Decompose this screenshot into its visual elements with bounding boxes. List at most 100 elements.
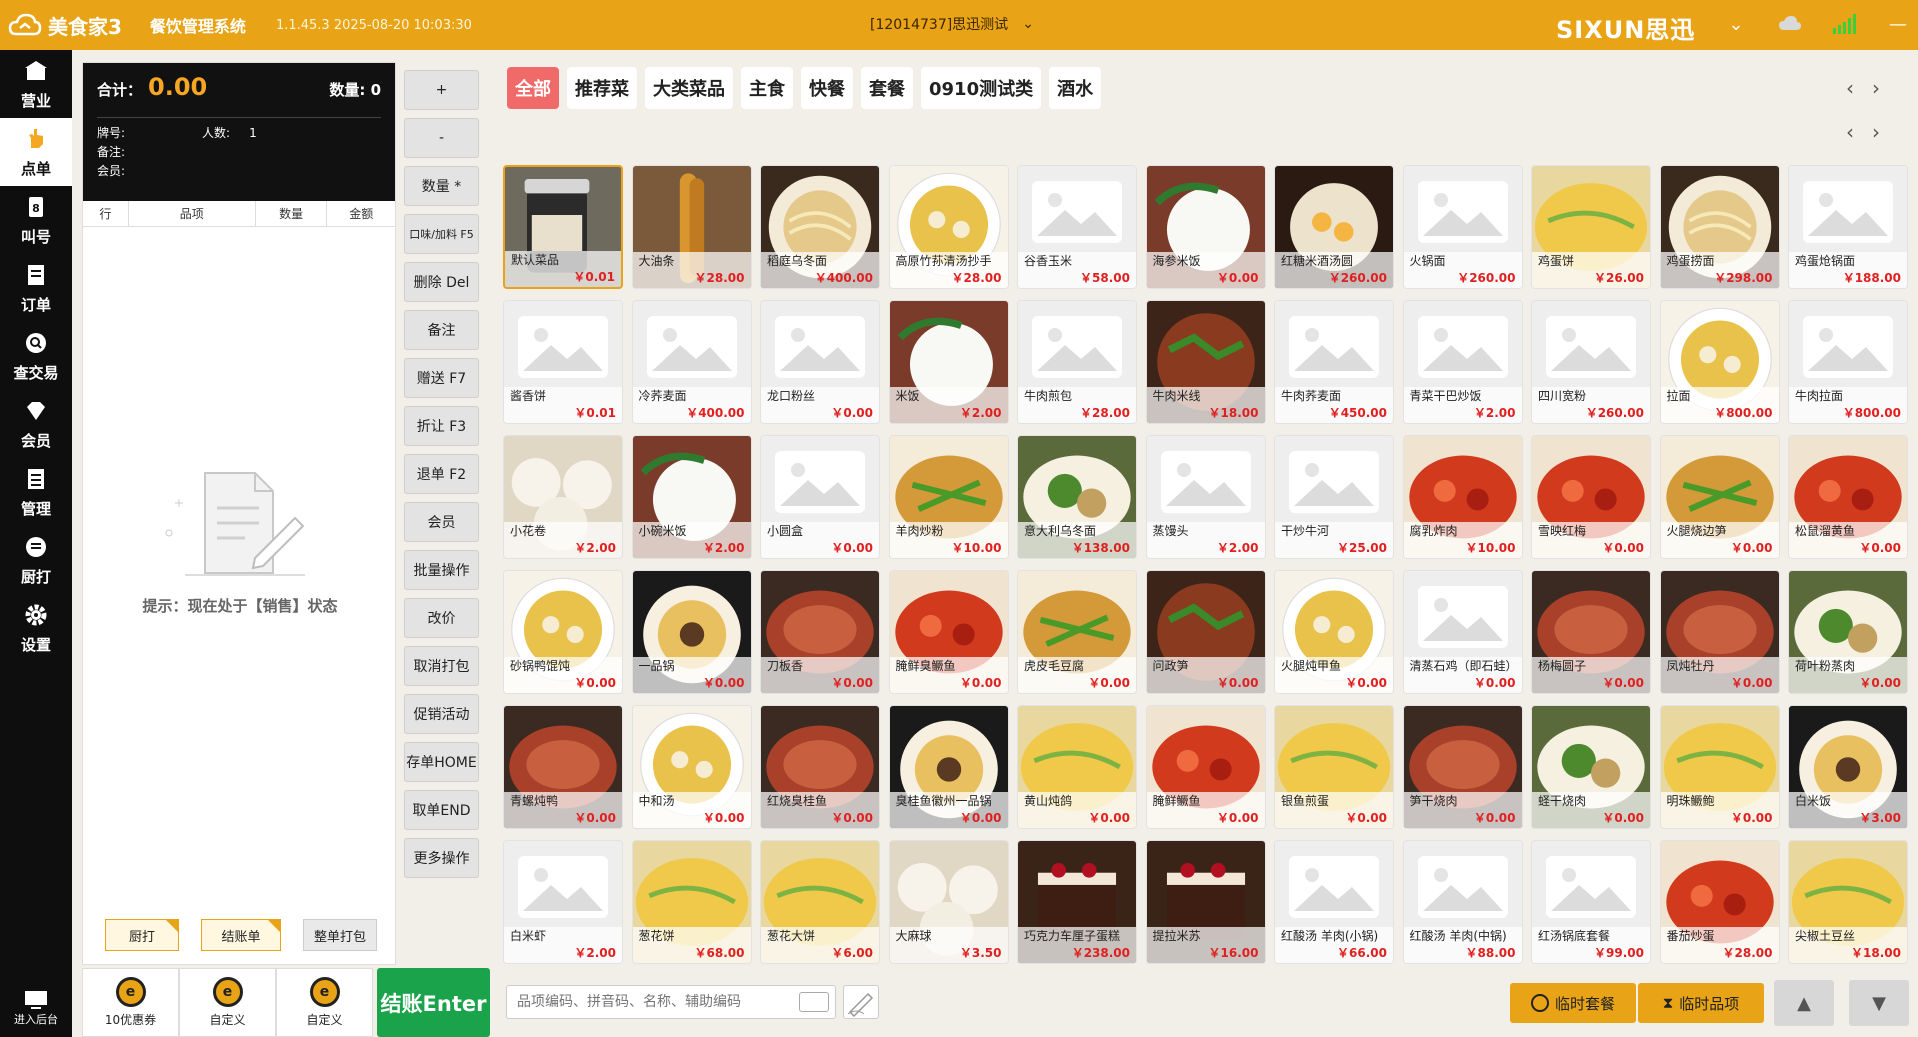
dish-card[interactable]: 红汤锅底套餐 ￥99.00 (1531, 840, 1651, 964)
dish-card[interactable]: 海参米饭 ￥0.00 (1145, 165, 1266, 289)
dish-card[interactable]: 巧克力车厘子蛋糕 ￥238.00 (1017, 840, 1137, 964)
dish-card[interactable]: 高原竹荪清汤抄手 ￥28.00 (888, 165, 1009, 289)
coupon-button[interactable]: e 10优惠券 (82, 968, 179, 1037)
dish-card[interactable]: 拉面 ￥800.00 (1659, 300, 1780, 424)
dish-card[interactable]: 清蒸石鸡（即石蛙） ￥0.00 (1402, 570, 1523, 694)
store-selector[interactable]: [12014737]思迅测试 ⌄ (870, 14, 1034, 34)
dish-card[interactable]: 米饭 ￥2.00 (888, 300, 1009, 424)
dish-card[interactable]: 杨梅圆子 ￥0.00 (1531, 570, 1651, 694)
nav-item-3[interactable]: 订单 (0, 254, 72, 322)
dish-card[interactable]: 红糖米酒汤圆 ￥260.00 (1274, 165, 1394, 289)
nav-item-8[interactable]: 设置 (0, 594, 72, 662)
dish-card[interactable]: 红酸汤 羊肉(中锅) ￥88.00 (1402, 840, 1523, 964)
action-button-2[interactable]: 数量 * (404, 166, 479, 206)
nav-item-2[interactable]: 8 叫号 (0, 186, 72, 254)
scroll-down-button[interactable]: ▼ (1849, 980, 1909, 1026)
kitchen-print-button[interactable]: 厨打 (105, 919, 179, 951)
action-button-9[interactable]: 会员 (404, 502, 479, 542)
checkout-button[interactable]: 结账Enter (377, 968, 490, 1037)
dish-card[interactable]: 松鼠溜黄鱼 ￥0.00 (1788, 435, 1908, 559)
action-button-8[interactable]: 退单 F2 (404, 454, 479, 494)
category-tab-7[interactable]: 酒水 (1049, 67, 1102, 109)
action-button-11[interactable]: 改价 (404, 598, 479, 638)
nav-item-5[interactable]: 会员 (0, 390, 72, 458)
cloud-sync-icon[interactable] (1778, 12, 1802, 36)
dish-card[interactable]: 牛肉米线 ￥18.00 (1145, 300, 1266, 424)
dish-card[interactable]: 刀板香 ￥0.00 (760, 570, 880, 694)
nav-item-7[interactable]: 厨打 (0, 526, 72, 594)
dish-card[interactable]: 白米饭 ￥3.00 (1788, 705, 1908, 829)
dish-card[interactable]: 火腿烧边笋 ￥0.00 (1659, 435, 1780, 559)
dish-card[interactable]: 虎皮毛豆腐 ￥0.00 (1017, 570, 1137, 694)
dish-card[interactable]: 蒸馒头 ￥2.00 (1145, 435, 1266, 559)
dish-card[interactable]: 葱花大饼 ￥6.00 (760, 840, 880, 964)
dish-card[interactable]: 谷香玉米 ￥58.00 (1017, 165, 1137, 289)
nav-item-4[interactable]: 查交易 (0, 322, 72, 390)
action-button-15[interactable]: 取单END (404, 790, 479, 830)
dish-card[interactable]: 雪映红梅 ￥0.00 (1531, 435, 1651, 559)
dish-card[interactable]: 稻庭乌冬面 ￥400.00 (760, 165, 880, 289)
category-tab-6[interactable]: 0910测试类 (921, 67, 1042, 109)
action-button-7[interactable]: 折让 F3 (404, 406, 479, 446)
dish-card[interactable]: 尖椒土豆丝 ￥18.00 (1788, 840, 1908, 964)
dish-card[interactable]: 青螺炖鸭 ￥0.00 (503, 705, 623, 829)
chevron-left-icon[interactable]: ‹ (1846, 76, 1854, 100)
dish-card[interactable]: 牛肉煎包 ￥28.00 (1017, 300, 1137, 424)
dish-card[interactable]: 腌鲜鳜鱼 ￥0.00 (1145, 705, 1266, 829)
action-button-6[interactable]: 赠送 F7 (404, 358, 479, 398)
dish-card[interactable]: 一品锅 ￥0.00 (631, 570, 752, 694)
dish-card[interactable]: 笋干烧肉 ￥0.00 (1402, 705, 1523, 829)
temp-item-button[interactable]: ⧗ 临时品项 (1638, 983, 1764, 1023)
dish-card[interactable]: 明珠鳜鲍 ￥0.00 (1659, 705, 1780, 829)
enter-backend-button[interactable]: 进入后台 (0, 989, 72, 1027)
action-button-4[interactable]: 删除 Del (404, 262, 479, 302)
dish-card[interactable]: 牛肉拉面 ￥800.00 (1788, 300, 1908, 424)
nav-item-1[interactable]: 点单 (0, 118, 72, 186)
dish-card[interactable]: 臭桂鱼徽州一品锅 ￥0.00 (888, 705, 1009, 829)
chevron-right-icon[interactable]: › (1872, 76, 1880, 100)
custom-button-1[interactable]: e 自定义 (179, 968, 276, 1037)
dish-card[interactable]: 黄山炖鸽 ￥0.00 (1017, 705, 1137, 829)
chevron-down-icon[interactable]: ⌄ (1724, 12, 1748, 36)
dish-card[interactable]: 龙口粉丝 ￥0.00 (760, 300, 880, 424)
dish-card[interactable]: 意大利乌冬面 ￥138.00 (1017, 435, 1137, 559)
dish-card[interactable]: 红酸汤 羊肉(小锅) ￥66.00 (1274, 840, 1394, 964)
action-button-1[interactable]: - (404, 118, 479, 158)
category-tab-4[interactable]: 快餐 (801, 67, 853, 109)
dish-card[interactable]: 羊肉炒粉 ￥10.00 (888, 435, 1009, 559)
category-tab-5[interactable]: 套餐 (861, 67, 913, 109)
dish-card[interactable]: 番茄炒蛋 ￥28.00 (1659, 840, 1780, 964)
dish-card[interactable]: 鸡蛋炝锅面 ￥188.00 (1788, 165, 1908, 289)
category-tab-1[interactable]: 推荐菜 (567, 67, 637, 109)
dish-card[interactable]: 牛肉荞麦面 ￥450.00 (1274, 300, 1394, 424)
custom-button-2[interactable]: e 自定义 (276, 968, 373, 1037)
action-button-16[interactable]: 更多操作 (404, 838, 479, 878)
dish-card[interactable]: 大麻球 ￥3.50 (888, 840, 1009, 964)
dish-card[interactable]: 鸡蛋饼 ￥26.00 (1531, 165, 1651, 289)
dish-card[interactable]: 银鱼煎蛋 ￥0.00 (1274, 705, 1394, 829)
dish-card[interactable]: 腐乳炸肉 ￥10.00 (1402, 435, 1523, 559)
dish-card[interactable]: 干炒牛河 ￥25.00 (1274, 435, 1394, 559)
pack-all-button[interactable]: 整单打包 (303, 919, 377, 951)
dish-card[interactable]: 四川宽粉 ￥260.00 (1531, 300, 1651, 424)
action-button-13[interactable]: 促销活动 (404, 694, 479, 734)
action-button-0[interactable]: + (404, 70, 479, 110)
handwrite-icon[interactable] (843, 985, 879, 1019)
dish-card[interactable]: 酱香饼 ￥0.01 (503, 300, 623, 424)
action-button-12[interactable]: 取消打包 (404, 646, 479, 686)
dish-card[interactable]: 荷叶粉蒸肉 ￥0.00 (1788, 570, 1908, 694)
dish-card[interactable]: 红烧臭桂鱼 ￥0.00 (760, 705, 880, 829)
action-button-3[interactable]: 口味/加料 F5 (404, 214, 479, 254)
dish-card[interactable]: 中和汤 ￥0.00 (631, 705, 752, 829)
dish-card[interactable]: 鸡蛋捞面 ￥298.00 (1659, 165, 1780, 289)
nav-item-0[interactable]: 营业 (0, 50, 72, 118)
nav-item-6[interactable]: 管理 (0, 458, 72, 526)
dish-search-input[interactable] (517, 994, 777, 1010)
dish-card[interactable]: 默认菜品 ￥0.01 (503, 165, 623, 289)
dish-card[interactable]: 青菜干巴炒饭 ￥2.00 (1402, 300, 1523, 424)
dish-card[interactable]: 小碗米饭 ￥2.00 (631, 435, 752, 559)
dish-card[interactable]: 冷荞麦面 ￥400.00 (631, 300, 752, 424)
keyboard-icon[interactable] (799, 992, 829, 1012)
category-tab-0[interactable]: 全部 (507, 67, 559, 109)
dish-card[interactable]: 蛏干烧肉 ￥0.00 (1531, 705, 1651, 829)
